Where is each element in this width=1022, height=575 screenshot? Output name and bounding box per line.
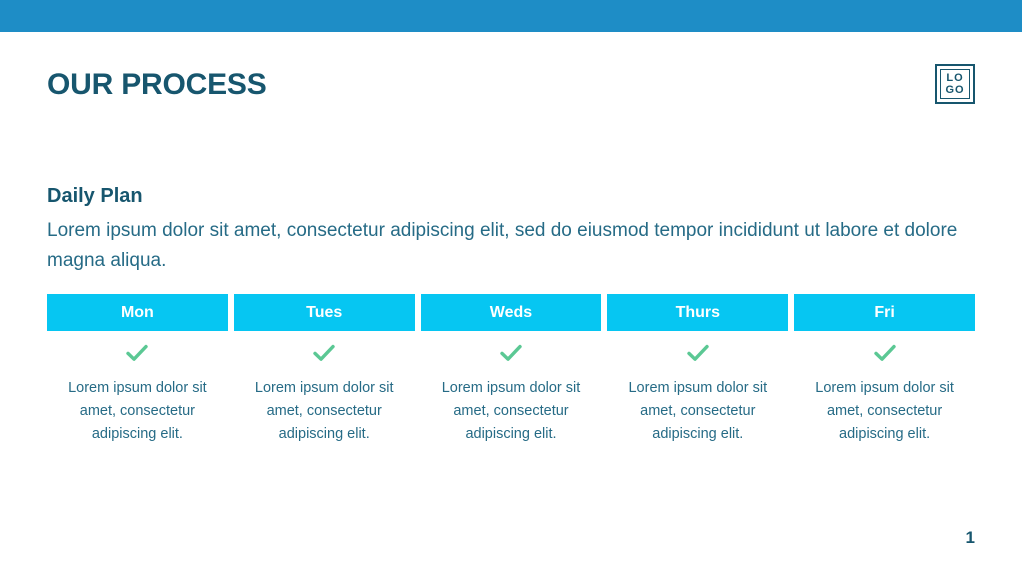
day-description: Lorem ipsum dolor sit amet, consectetur … — [441, 380, 581, 442]
day-label: Weds — [489, 303, 533, 321]
day-label: Mon — [120, 303, 154, 321]
day-description: Lorem ipsum dolor sit amet, consectetur … — [254, 380, 394, 442]
day-column-fri: Fri Lorem ipsum dolor sit amet, consecte… — [794, 294, 975, 446]
day-header-weds[interactable]: Weds — [420, 294, 602, 331]
check-icon — [313, 342, 335, 364]
day-header-thurs[interactable]: Thurs — [607, 294, 789, 331]
day-column-thurs: Thurs Lorem ipsum dolor sit amet, consec… — [607, 294, 789, 446]
logo: LO GO — [935, 64, 975, 104]
page-number: 1 — [965, 528, 975, 547]
day-header-mon[interactable]: Mon — [47, 294, 228, 331]
day-description: Lorem ipsum dolor sit amet, consectetur … — [628, 380, 768, 442]
logo-inner-frame: LO GO — [940, 69, 970, 99]
page-title: OUR PROCESS — [47, 68, 267, 101]
check-icon — [873, 342, 896, 364]
slide: OUR PROCESS LO GO Daily Plan Lorem ipsum… — [0, 0, 1022, 575]
logo-text-line-2: GO — [945, 84, 965, 96]
check-icon — [687, 342, 709, 364]
day-header-tues[interactable]: Tues — [233, 294, 415, 331]
day-label: Thurs — [675, 303, 721, 321]
section-body-text: Lorem ipsum dolor sit amet, consectetur … — [47, 220, 958, 271]
day-description: Lorem ipsum dolor sit amet, consectetur … — [815, 380, 954, 442]
top-accent-bar — [0, 0, 1022, 32]
day-column-mon: Mon Lorem ipsum dolor sit amet, consecte… — [47, 294, 228, 446]
day-column-tues: Tues Lorem ipsum dolor sit amet, consect… — [233, 294, 415, 446]
day-description: Lorem ipsum dolor sit amet, consectetur … — [68, 380, 207, 442]
logo-text-line-1: LO — [946, 72, 964, 84]
check-icon — [500, 342, 522, 364]
day-columns: Mon Lorem ipsum dolor sit amet, consecte… — [47, 294, 975, 446]
check-icon — [126, 342, 149, 364]
day-header-fri[interactable]: Fri — [794, 294, 975, 331]
day-label: Fri — [874, 303, 895, 321]
section-title: Daily Plan — [47, 185, 143, 207]
day-label: Tues — [306, 303, 343, 321]
day-column-weds: Weds Lorem ipsum dolor sit amet, consect… — [420, 294, 602, 446]
